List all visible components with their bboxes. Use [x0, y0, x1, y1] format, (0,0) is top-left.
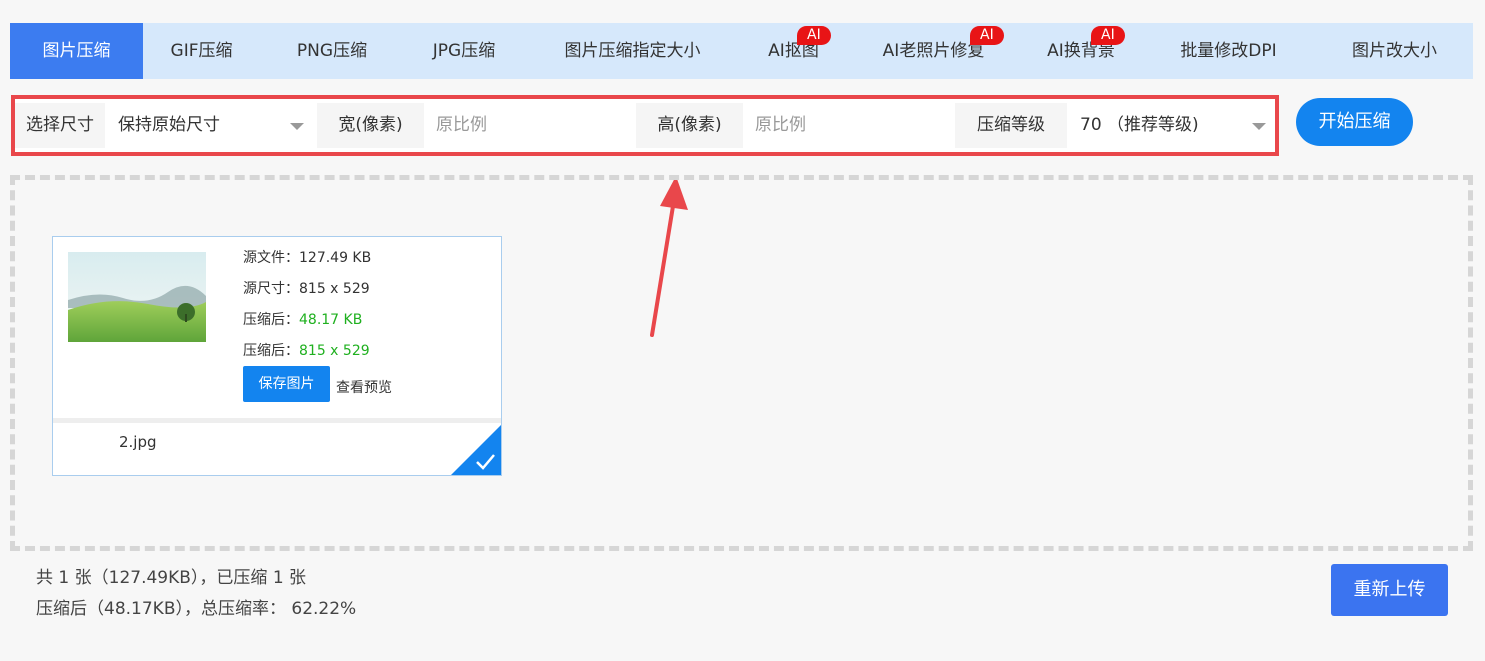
preview-link[interactable]: 查看预览 — [336, 377, 392, 397]
checkmark-icon — [451, 425, 501, 475]
compressed-file-row: 压缩后：48.17 KB — [243, 309, 362, 329]
compress-options-bar: 选择尺寸 保持原始尺寸 宽(像素) 原比例 高(像素) 原比例 压缩等级 70 … — [11, 95, 1279, 156]
tab-resize-image[interactable]: 图片改大小 — [1316, 23, 1473, 79]
width-label: 宽(像素) — [317, 103, 424, 148]
chevron-down-icon — [1252, 123, 1266, 130]
source-size-label: 源尺寸： — [243, 281, 299, 297]
compressed-size-value: 815 x 529 — [299, 343, 370, 359]
compressed-size-row: 压缩后：815 x 529 — [243, 340, 370, 360]
chevron-down-icon — [290, 123, 304, 130]
tab-ai-photo-restore[interactable]: AI老照片修复 AI — [846, 23, 1021, 79]
tab-label: 图片压缩 — [42, 41, 111, 61]
summary-count: 共 1 张（127.49KB），已压缩 1 张 — [36, 568, 307, 588]
compressed-size-label: 压缩后： — [243, 343, 299, 359]
ai-badge: AI — [1091, 26, 1125, 45]
source-file-label: 源文件： — [243, 250, 299, 266]
tab-label: PNG压缩 — [296, 41, 368, 61]
height-label: 高(像素) — [636, 103, 743, 148]
tool-tabs: 图片压缩 GIF压缩 PNG压缩 JPG压缩 图片压缩指定大小 AI抠图 AI A… — [10, 23, 1473, 79]
tab-label: JPG压缩 — [432, 41, 496, 61]
level-select[interactable]: 70 （推荐等级) — [1067, 103, 1275, 148]
size-label: 选择尺寸 — [15, 103, 105, 148]
tab-ai-cutout[interactable]: AI抠图 AI — [741, 23, 846, 79]
level-select-value: 70 （推荐等级) — [1080, 115, 1199, 135]
tab-label: 批量修改DPI — [1180, 41, 1277, 61]
tab-jpg-compress[interactable]: JPG压缩 — [404, 23, 524, 79]
ai-badge: AI — [970, 26, 1004, 45]
level-label: 压缩等级 — [955, 103, 1067, 148]
file-result-card: 源文件：127.49 KB 源尺寸：815 x 529 压缩后：48.17 KB… — [52, 236, 502, 476]
size-select[interactable]: 保持原始尺寸 — [105, 103, 317, 148]
height-input[interactable]: 原比例 — [743, 103, 955, 148]
tab-png-compress[interactable]: PNG压缩 — [260, 23, 404, 79]
compressed-value: 48.17 KB — [299, 312, 363, 328]
tab-batch-dpi[interactable]: 批量修改DPI — [1141, 23, 1316, 79]
source-size-row: 源尺寸：815 x 529 — [243, 278, 370, 298]
ai-badge: AI — [797, 26, 831, 45]
compressed-label: 压缩后： — [243, 312, 299, 328]
width-placeholder: 原比例 — [436, 115, 487, 135]
tab-label: 图片压缩指定大小 — [564, 41, 701, 61]
divider — [53, 418, 501, 423]
summary-ratio: 压缩后（48.17KB），总压缩率： 62.22% — [36, 599, 357, 619]
height-placeholder: 原比例 — [755, 115, 806, 135]
tab-image-compress[interactable]: 图片压缩 — [10, 23, 143, 79]
start-compress-button[interactable]: 开始压缩 — [1296, 98, 1413, 146]
tab-gif-compress[interactable]: GIF压缩 — [143, 23, 260, 79]
size-select-value: 保持原始尺寸 — [118, 115, 220, 135]
source-file-value: 127.49 KB — [299, 250, 372, 266]
tab-ai-background[interactable]: AI换背景 AI — [1021, 23, 1141, 79]
tab-label: 图片改大小 — [1352, 41, 1437, 61]
tab-compress-to-size[interactable]: 图片压缩指定大小 — [524, 23, 741, 79]
image-thumbnail — [68, 252, 206, 342]
tab-label: GIF压缩 — [170, 41, 233, 61]
width-input[interactable]: 原比例 — [424, 103, 636, 148]
source-file-row: 源文件：127.49 KB — [243, 247, 371, 267]
file-name: 2.jpg — [119, 433, 157, 451]
save-image-button[interactable]: 保存图片 — [243, 366, 330, 402]
source-size-value: 815 x 529 — [299, 281, 370, 297]
reupload-button[interactable]: 重新上传 — [1331, 564, 1448, 616]
